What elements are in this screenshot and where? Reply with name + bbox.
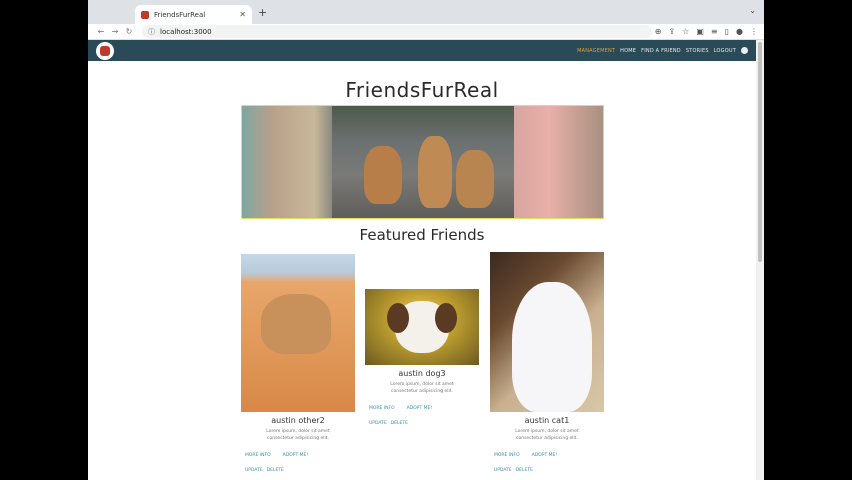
update-link[interactable]: UPDATE: [369, 421, 387, 426]
address-bar[interactable]: ⓘ localhost:3000: [142, 25, 652, 38]
fennec-fox-image[interactable]: [241, 254, 355, 412]
user-account-icon[interactable]: [741, 47, 748, 54]
puppy-left: [364, 146, 402, 204]
adopt-me-link[interactable]: ADOPT ME!: [532, 453, 558, 458]
delete-link[interactable]: DELETE: [391, 421, 408, 426]
page-title: FriendsFurReal: [345, 78, 499, 102]
site-info-icon[interactable]: ⓘ: [148, 27, 155, 37]
side-panel-icon[interactable]: ▯: [725, 27, 729, 36]
profile-icon[interactable]: ●: [736, 27, 743, 36]
dog-ear-left: [387, 303, 409, 333]
reading-list-icon[interactable]: ≡: [711, 27, 718, 36]
delete-link[interactable]: DELETE: [267, 468, 284, 473]
tab-title: FriendsFurReal: [154, 10, 206, 19]
menu-icon[interactable]: ⋮: [750, 27, 758, 36]
more-info-link[interactable]: MORE INFO: [494, 453, 520, 458]
share-icon[interactable]: ⇪: [668, 27, 675, 36]
bookmark-star-icon[interactable]: ☆: [682, 27, 689, 36]
update-link[interactable]: UPDATE: [494, 468, 512, 473]
new-tab-icon[interactable]: +: [258, 6, 267, 19]
featured-heading: Featured Friends: [359, 226, 485, 244]
pet-description: Lorem ipsum, dolor sit amet consectetur …: [390, 382, 454, 394]
browser-tab[interactable]: FriendsFurReal ✕: [135, 5, 252, 24]
tab-search-icon[interactable]: ⌄: [749, 6, 756, 15]
pet-card: austin dog3 Lorem ipsum, dolor sit amet …: [365, 289, 479, 426]
pet-name: austin dog3: [398, 369, 446, 378]
more-info-link[interactable]: MORE INFO: [245, 453, 271, 458]
close-tab-icon[interactable]: ✕: [239, 10, 246, 19]
logo-mark: [100, 45, 110, 56]
pet-description: Lorem ipsum, dolor sit amet consectetur …: [266, 429, 330, 441]
web-page: MANAGEMENT HOME FIND A FRIEND STORIES LO…: [88, 40, 756, 480]
scrollbar-thumb[interactable]: [758, 42, 762, 262]
zoom-icon[interactable]: ⊕: [655, 27, 662, 36]
pet-card: austin other2 Lorem ipsum, dolor sit ame…: [241, 254, 355, 473]
dog-image[interactable]: [365, 289, 479, 365]
nav-management[interactable]: MANAGEMENT: [577, 48, 615, 54]
white-kitten-image[interactable]: [490, 252, 604, 412]
pet-name: austin other2: [271, 416, 325, 425]
tab-strip: FriendsFurReal ✕ + ⌄: [88, 0, 764, 24]
pet-card: austin cat1 Lorem ipsum, dolor sit amet …: [490, 252, 604, 473]
kitten-shape: [512, 282, 592, 412]
hero-banner: [241, 105, 604, 219]
page-scrollbar[interactable]: [756, 40, 764, 480]
reload-icon[interactable]: ↻: [122, 27, 136, 36]
nav-stories[interactable]: STORIES: [686, 48, 709, 54]
puppy-right: [456, 150, 494, 208]
adopt-me-link[interactable]: ADOPT ME!: [283, 453, 309, 458]
puppy-middle: [418, 136, 452, 208]
adopt-me-link[interactable]: ADOPT ME!: [407, 406, 433, 411]
nav-links: MANAGEMENT HOME FIND A FRIEND STORIES LO…: [577, 47, 748, 54]
nav-home[interactable]: HOME: [620, 48, 636, 54]
nav-find-a-friend[interactable]: FIND A FRIEND: [641, 48, 681, 54]
more-info-link[interactable]: MORE INFO: [369, 406, 395, 411]
favicon-icon: [141, 10, 149, 19]
pet-description: Lorem ipsum, dolor sit amet consectetur …: [515, 429, 579, 441]
site-logo[interactable]: [96, 41, 114, 60]
back-icon[interactable]: ←: [94, 27, 108, 36]
site-navbar: MANAGEMENT HOME FIND A FRIEND STORIES LO…: [88, 40, 756, 61]
pet-name: austin cat1: [524, 416, 570, 425]
browser-toolbar: ← → ↻ ⓘ localhost:3000 ⊕ ⇪ ☆ ▣ ≡ ▯ ● ⋮: [88, 24, 764, 40]
browser-window: FriendsFurReal ✕ + ⌄ ← → ↻ ⓘ localhost:3…: [88, 0, 764, 480]
nav-logout[interactable]: LOGOUT: [714, 48, 736, 54]
hero-puppies-image: [332, 106, 514, 218]
update-link[interactable]: UPDATE: [245, 468, 263, 473]
dog-ear-right: [435, 303, 457, 333]
url-text: localhost:3000: [160, 27, 212, 36]
extension-icon[interactable]: ▣: [696, 27, 704, 36]
fox-shape: [261, 294, 331, 354]
delete-link[interactable]: DELETE: [516, 468, 533, 473]
forward-icon[interactable]: →: [108, 27, 122, 36]
